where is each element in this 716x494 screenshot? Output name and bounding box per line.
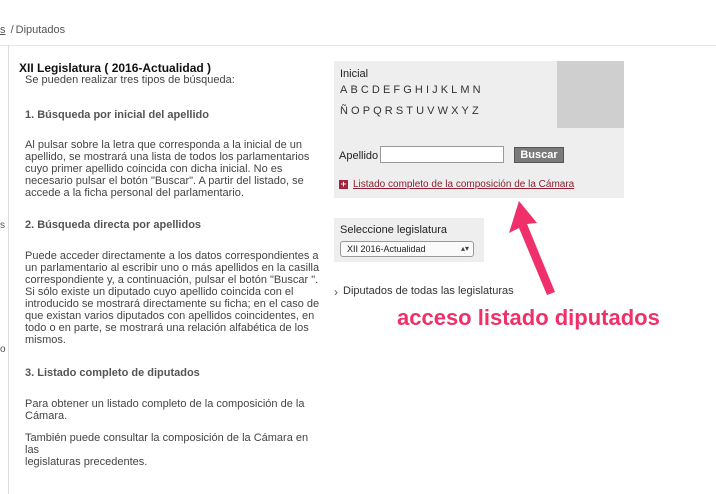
apellido-input[interactable] xyxy=(380,146,504,163)
section-heading: 2. Búsqueda directa por apellidos xyxy=(25,219,202,231)
section-body: Al pulsar sobre la letra que corresponda… xyxy=(25,139,325,199)
annotation-label: acceso listado diputados xyxy=(397,305,660,330)
buscar-button[interactable]: Buscar xyxy=(514,147,564,163)
left-nav-fragment[interactable]: o xyxy=(0,344,6,355)
letter-link[interactable]: W xyxy=(438,105,448,117)
letter-link[interactable]: R xyxy=(385,105,393,117)
letter-link[interactable]: A xyxy=(340,84,347,96)
letter-link[interactable]: Z xyxy=(472,105,479,117)
letter-link[interactable]: Q xyxy=(373,105,382,117)
text-line: correspondiente y, a continuación, pulsa… xyxy=(25,274,319,286)
text-line: necesario pulsar el botón "Buscar". A pa… xyxy=(25,175,304,187)
text-line: Para obtener un listado completo de la c… xyxy=(25,398,305,410)
letter-link[interactable]: G xyxy=(403,84,412,96)
letter-link[interactable]: U xyxy=(416,105,424,117)
todas-legislaturas-link[interactable]: Diputados de todas las legislaturas xyxy=(343,285,514,297)
letter-link[interactable]: O xyxy=(351,105,360,117)
text-line: Al pulsar sobre la letra que corresponda… xyxy=(25,139,302,151)
text-line: un parlamentario al escribir uno o más a… xyxy=(25,262,320,274)
letter-link[interactable]: Ñ xyxy=(340,105,348,117)
apellido-label: Apellido xyxy=(339,150,379,162)
letter-link[interactable]: I xyxy=(426,84,429,96)
letter-link[interactable]: C xyxy=(361,84,369,96)
left-column-divider xyxy=(8,45,9,494)
letter-link[interactable]: Y xyxy=(462,105,469,117)
letter-link[interactable]: J xyxy=(432,84,438,96)
text-line: apellido, se mostrará una lista de todos… xyxy=(25,151,310,163)
plus-icon[interactable]: + xyxy=(339,180,348,189)
text-line: accede a la ficha personal del parlament… xyxy=(25,187,244,199)
letter-link[interactable]: M xyxy=(460,84,469,96)
section-body: Puede acceder directamente a los datos c… xyxy=(25,250,325,346)
text-line: cuyo primer apellido coincida con dicha … xyxy=(25,163,283,175)
header-divider xyxy=(0,45,716,46)
text-line: introducido se mostrará directamente su … xyxy=(25,298,320,310)
letter-link[interactable]: E xyxy=(383,84,390,96)
letter-link[interactable]: B xyxy=(350,84,357,96)
inicial-label: Inicial xyxy=(340,68,369,80)
text-line: mismos. xyxy=(25,334,66,346)
letter-link[interactable]: S xyxy=(396,105,403,117)
text-line: También puede consultar la composición d… xyxy=(25,432,309,456)
text-line: legislaturas precedentes. xyxy=(25,456,148,468)
text-line: Si sólo existe un diputado cuyo apellido… xyxy=(25,286,294,298)
annotation-arrow-icon xyxy=(509,201,555,295)
select-arrows-icon: ▴▾ xyxy=(460,244,469,253)
panel-image-placeholder xyxy=(557,61,624,128)
legislature-title: XII Legislatura ( 2016-Actualidad ) xyxy=(19,61,212,75)
letter-link[interactable]: P xyxy=(363,105,370,117)
letter-link[interactable]: N xyxy=(473,84,481,96)
breadcrumb-separator: / xyxy=(10,24,14,36)
letter-link[interactable]: H xyxy=(415,84,423,96)
text-line: todo o en parte, se mostrará una relació… xyxy=(25,322,309,334)
left-nav-fragment[interactable]: s xyxy=(0,220,5,231)
section-heading: 3. Listado completo de diputados xyxy=(25,367,200,379)
letter-link[interactable]: K xyxy=(441,84,448,96)
letter-link[interactable]: F xyxy=(393,84,400,96)
letter-link[interactable]: L xyxy=(451,84,457,96)
letter-link[interactable]: X xyxy=(451,105,458,117)
text-line: Cámara. xyxy=(25,410,68,422)
text-line: Puede acceder directamente a los datos c… xyxy=(25,250,319,262)
section-body: También puede consultar la composición d… xyxy=(25,432,325,468)
letter-link[interactable]: T xyxy=(406,105,413,117)
breadcrumb-link[interactable]: s xyxy=(0,24,6,36)
chevron-right-icon: › xyxy=(334,285,338,299)
legislatura-select[interactable]: XII 2016-Actualidad ▴▾ xyxy=(340,241,474,257)
text-line: que existan varios diputados con apellid… xyxy=(25,310,315,322)
section-heading: 1. Búsqueda por inicial del apellido xyxy=(25,109,209,121)
section-body: Para obtener un listado completo de la c… xyxy=(25,398,325,422)
legislatura-selected: XII 2016-Actualidad xyxy=(347,244,426,254)
listado-completo-link[interactable]: Listado completo de la composición de la… xyxy=(353,179,574,190)
breadcrumb: s / Diputados xyxy=(0,24,65,36)
letter-link[interactable]: V xyxy=(427,105,434,117)
legislatura-label: Seleccione legislatura xyxy=(340,224,448,236)
letters-row-2: ÑOPQRSTUVWXYZ xyxy=(340,105,482,117)
letter-link[interactable]: D xyxy=(372,84,380,96)
breadcrumb-current: Diputados xyxy=(15,24,66,36)
intro-text: Se pueden realizar tres tipos de búsqued… xyxy=(25,74,235,86)
letters-row-1: ABCDEFGHIJKLMN xyxy=(340,84,484,96)
